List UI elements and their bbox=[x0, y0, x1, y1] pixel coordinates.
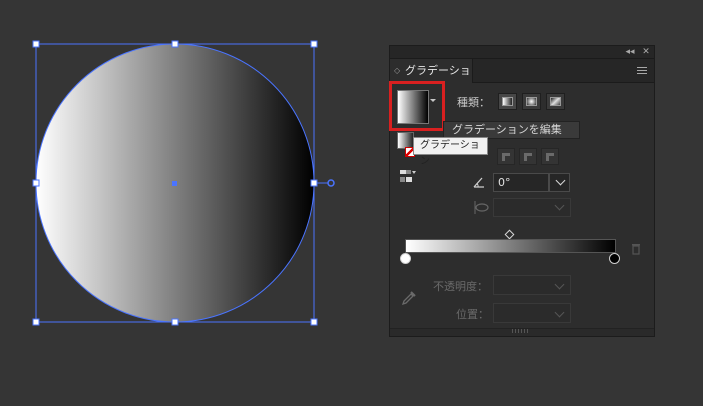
trash-icon bbox=[632, 244, 640, 255]
handle-top-center[interactable] bbox=[171, 40, 179, 48]
gradient-tooltip: グラデーション bbox=[413, 137, 488, 167]
gradient-slider[interactable] bbox=[405, 239, 616, 253]
chevron-down-icon bbox=[554, 200, 565, 211]
tab-gradient[interactable]: ◇ グラデーション bbox=[390, 59, 473, 101]
close-panel-icon[interactable]: ✕ bbox=[640, 46, 652, 58]
eyedropper-icon bbox=[401, 291, 416, 306]
rotate-handle[interactable] bbox=[327, 179, 335, 187]
position-input bbox=[493, 303, 571, 323]
handle-bottom-center[interactable] bbox=[171, 318, 179, 326]
panel-tab-row: ◇ グラデーション bbox=[390, 59, 654, 101]
tab-expand-icon[interactable]: ◇ bbox=[394, 59, 400, 83]
handle-top-left[interactable] bbox=[32, 40, 40, 48]
chevron-down-icon bbox=[554, 307, 565, 318]
color-stop-black[interactable] bbox=[609, 253, 620, 264]
freeform-gradient-button[interactable] bbox=[546, 93, 565, 110]
radial-gradient-icon bbox=[526, 97, 537, 106]
angle-icon bbox=[473, 177, 484, 188]
handle-bottom-left[interactable] bbox=[32, 318, 40, 326]
highlight-box bbox=[389, 81, 445, 131]
type-label: 種類： bbox=[457, 96, 490, 109]
opacity-label: 不透明度： bbox=[433, 280, 488, 293]
stroke-along-button bbox=[519, 148, 537, 165]
panel-topbar: ◂◂ ✕ bbox=[390, 46, 654, 59]
linear-gradient-icon bbox=[502, 97, 513, 106]
position-label: 位置： bbox=[456, 308, 489, 321]
stroke-across-button bbox=[541, 148, 559, 165]
aspect-ratio-input bbox=[493, 198, 571, 217]
resize-grip[interactable] bbox=[512, 329, 530, 333]
handle-bottom-right[interactable] bbox=[310, 318, 318, 326]
opacity-input bbox=[493, 275, 571, 295]
aspect-ratio-icon bbox=[474, 201, 489, 214]
radial-gradient-button[interactable] bbox=[522, 93, 541, 110]
panel-menu-icon[interactable] bbox=[637, 67, 647, 75]
handle-top-right[interactable] bbox=[310, 40, 318, 48]
freeform-gradient-icon bbox=[550, 97, 561, 106]
chevron-down-icon bbox=[555, 175, 566, 186]
reverse-gradient-icon[interactable] bbox=[399, 168, 417, 184]
chevron-down-icon bbox=[554, 279, 565, 290]
handle-middle-right[interactable] bbox=[310, 179, 318, 187]
angle-dropdown[interactable] bbox=[549, 173, 570, 192]
handle-middle-left[interactable] bbox=[32, 179, 40, 187]
stroke-within-button bbox=[497, 148, 515, 165]
collapse-panel-icon[interactable]: ◂◂ bbox=[624, 46, 636, 58]
color-stop-white[interactable] bbox=[400, 253, 411, 264]
linear-gradient-button[interactable] bbox=[498, 93, 517, 110]
center-point bbox=[172, 181, 177, 186]
angle-input[interactable]: 0° bbox=[493, 173, 549, 192]
